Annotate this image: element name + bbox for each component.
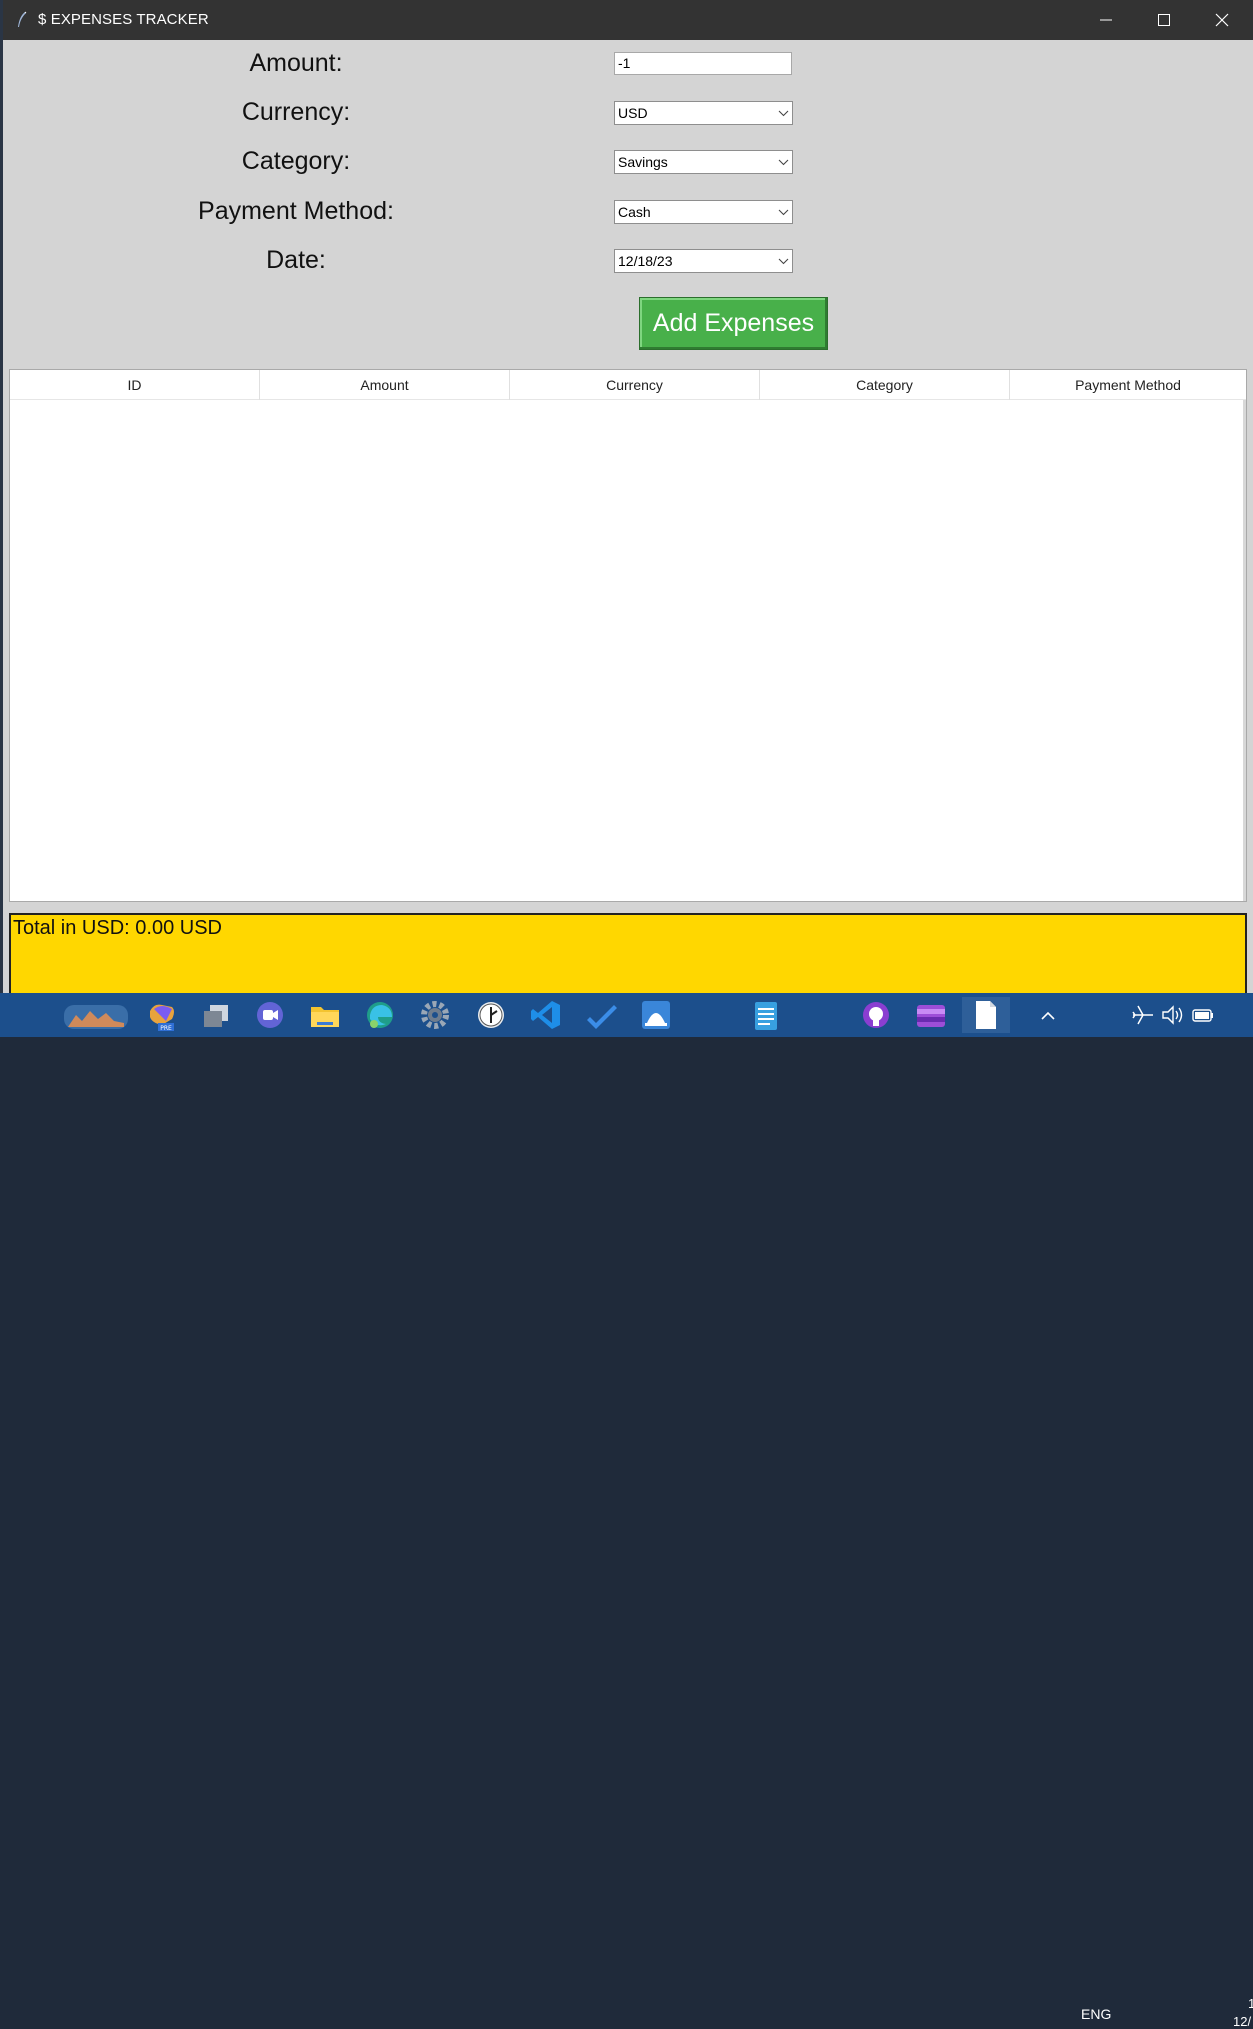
file-explorer-icon[interactable] [307, 997, 343, 1033]
notepad-icon[interactable] [748, 997, 784, 1033]
svg-text:PRE: PRE [160, 1025, 172, 1032]
maximize-icon [1158, 14, 1170, 26]
clock-icon[interactable] [473, 997, 509, 1033]
airplane-icon[interactable] [1130, 997, 1156, 1033]
currency-select[interactable]: USD [614, 101, 793, 125]
column-header-amount[interactable]: Amount [260, 370, 510, 400]
widgets-icon[interactable] [62, 997, 130, 1033]
category-select[interactable]: Savings [614, 150, 793, 174]
taskbar: PRE ENG 1 12/ [0, 993, 1253, 2029]
column-header-category[interactable]: Category [760, 370, 1010, 400]
clock-time[interactable]: 1 [1248, 1996, 1253, 2011]
payment-method-label: Payment Method: [198, 197, 394, 225]
currency-value: USD [618, 105, 648, 121]
minimize-icon [1100, 19, 1112, 21]
file-icon[interactable] [962, 997, 1010, 1033]
table-header: ID Amount Currency Category Payment Meth… [10, 370, 1246, 400]
chevron-up-icon[interactable] [1036, 997, 1060, 1033]
column-header-id[interactable]: ID [10, 370, 260, 400]
table-scrollbar[interactable] [1243, 400, 1246, 901]
edge-icon[interactable] [362, 997, 398, 1033]
copilot-icon[interactable]: PRE [144, 997, 180, 1033]
teams-icon[interactable] [252, 997, 288, 1033]
chevron-down-icon [778, 258, 789, 265]
column-header-currency[interactable]: Currency [510, 370, 760, 400]
amount-label: Amount: [249, 49, 343, 77]
total-text: Total in USD: 0.00 USD [13, 917, 222, 939]
date-label: Date: [266, 246, 326, 274]
title-bar[interactable]: $ EXPENSES TRACKER [3, 0, 1253, 40]
expenses-table[interactable]: ID Amount Currency Category Payment Meth… [9, 369, 1247, 902]
chevron-down-icon [778, 209, 789, 216]
settings-icon[interactable] [417, 997, 453, 1033]
column-header-payment-method[interactable]: Payment Method [1010, 370, 1246, 400]
currency-label: Currency: [241, 98, 351, 126]
close-icon [1215, 13, 1229, 27]
app-window: $ EXPENSES TRACKER Amount: Currency: Cat… [3, 0, 1253, 993]
app-icon[interactable] [638, 997, 674, 1033]
amount-input[interactable]: -1 [614, 52, 792, 75]
feather-icon [18, 11, 27, 27]
language-indicator[interactable]: ENG [1081, 2006, 1111, 2022]
payment-method-select[interactable]: Cash [614, 200, 793, 224]
window-title: $ EXPENSES TRACKER [38, 11, 209, 28]
payment-method-value: Cash [618, 204, 651, 220]
vscode-icon[interactable] [528, 997, 564, 1033]
maximize-button[interactable] [1135, 0, 1193, 40]
total-panel: Total in USD: 0.00 USD [9, 913, 1247, 993]
battery-icon[interactable] [1190, 997, 1216, 1033]
todo-icon[interactable] [584, 997, 620, 1033]
date-value: 12/18/23 [618, 253, 673, 269]
category-label: Category: [241, 147, 351, 175]
github-icon[interactable] [858, 997, 894, 1033]
add-expenses-button[interactable]: Add Expenses [639, 297, 828, 350]
minimize-button[interactable] [1077, 0, 1135, 40]
date-select[interactable]: 12/18/23 [614, 249, 793, 273]
chevron-down-icon [778, 110, 789, 117]
clipchamp-icon[interactable] [913, 997, 949, 1033]
category-value: Savings [618, 154, 668, 170]
task-view-icon[interactable] [198, 997, 234, 1033]
close-button[interactable] [1193, 0, 1251, 40]
chevron-down-icon [778, 159, 789, 166]
clock-date[interactable]: 12/ [1233, 2014, 1251, 2029]
volume-icon[interactable] [1160, 997, 1186, 1033]
